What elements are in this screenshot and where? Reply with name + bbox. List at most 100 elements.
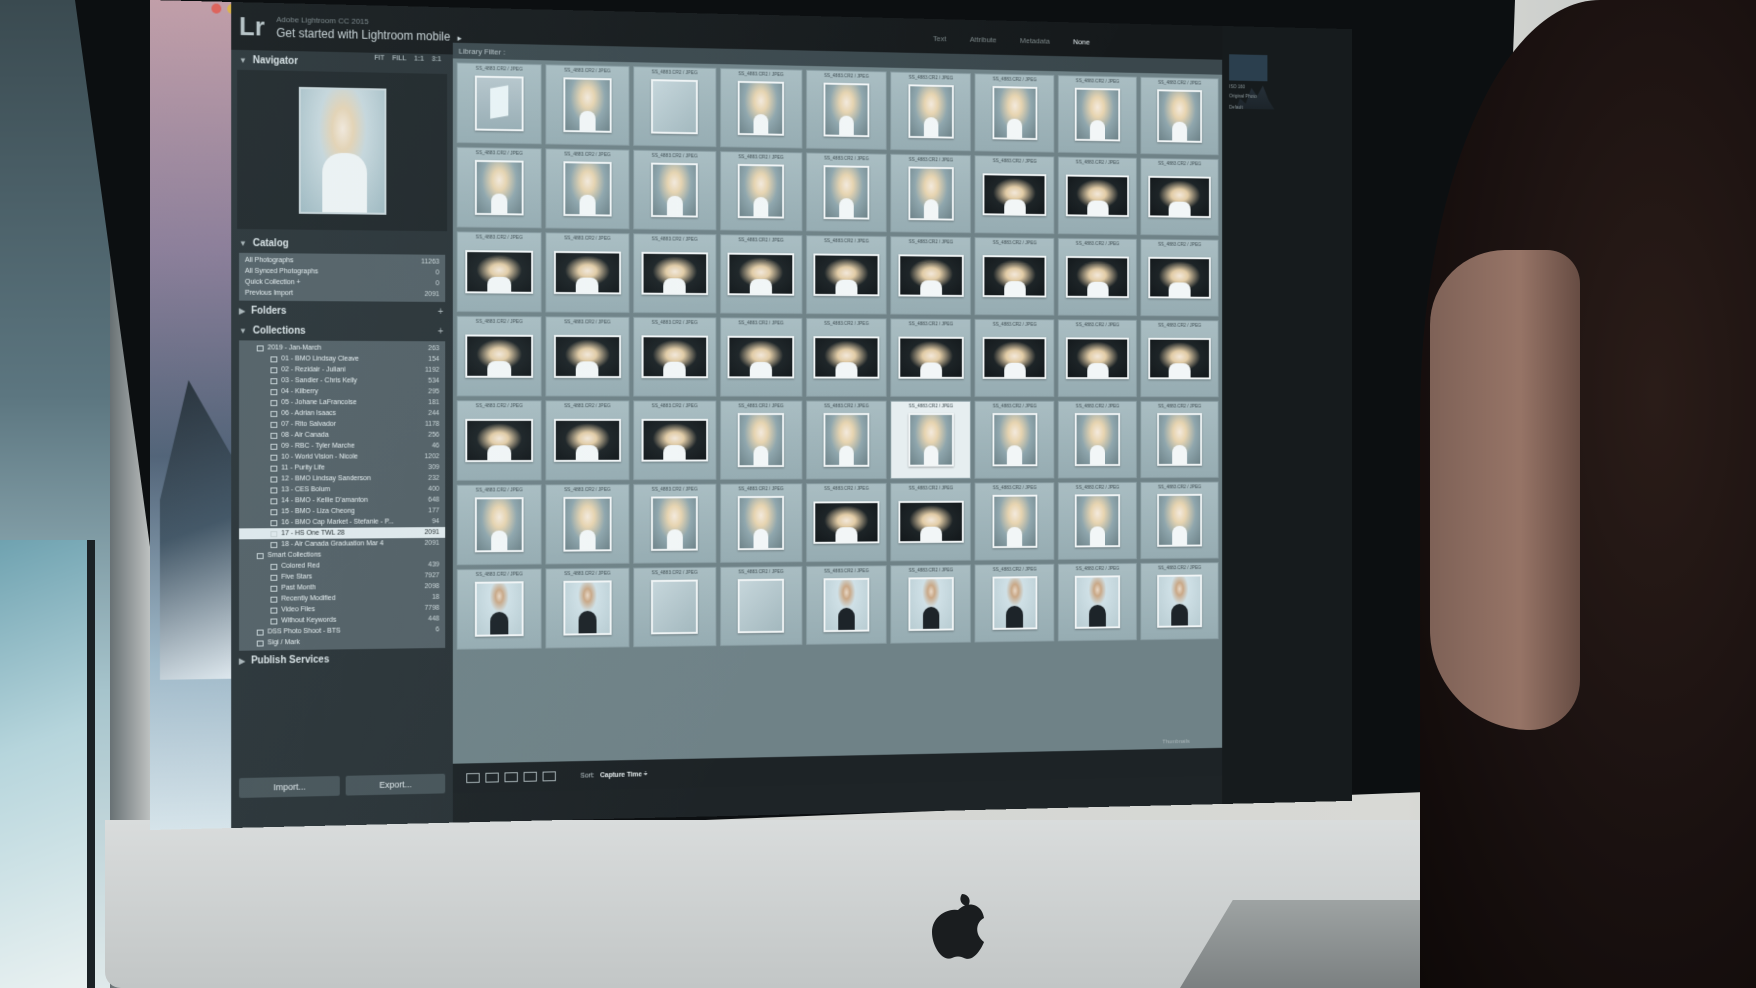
- photo-cell[interactable]: SS_4883.CR2 / JPEG: [1140, 319, 1219, 398]
- photo-cell[interactable]: SS_4883.CR2 / JPEG: [719, 400, 803, 480]
- photo-cell[interactable]: SS_4883.CR2 / JPEG: [1058, 400, 1137, 479]
- publish-services-header[interactable]: ▶ Publish Services: [231, 648, 453, 671]
- photo-cell[interactable]: SS_4883.CR2 / JPEG: [974, 237, 1055, 316]
- photo-cell[interactable]: SS_4883.CR2 / JPEG: [545, 64, 630, 146]
- photo-cell[interactable]: SS_4883.CR2 / JPEG: [719, 234, 803, 314]
- photo-cell[interactable]: SS_4883.CR2 / JPEG: [805, 69, 888, 150]
- lightroom-mobile-link[interactable]: Get started with Lightroom mobile ▸: [276, 25, 461, 43]
- filter-text[interactable]: Text: [933, 34, 946, 43]
- collection-item[interactable]: 01 - BMO Lindsay Cleave 154: [239, 353, 445, 365]
- photo-cell[interactable]: SS_4883.CR2 / JPEG: [890, 236, 972, 316]
- photo-cell[interactable]: SS_4883.CR2 / JPEG: [805, 482, 888, 563]
- collection-item[interactable]: 2019 - Jan-March 263: [239, 342, 445, 354]
- photo-cell[interactable]: SS_4883.CR2 / JPEG: [633, 483, 717, 564]
- photo-cell[interactable]: SS_4883.CR2 / JPEG: [633, 566, 717, 648]
- sort-dropdown[interactable]: Capture Time ÷: [600, 771, 647, 779]
- zoom-3-1[interactable]: 3:1: [432, 56, 442, 63]
- zoom-fill[interactable]: FILL: [392, 55, 406, 62]
- photo-cell[interactable]: SS_4883.CR2 / JPEG: [1140, 157, 1219, 236]
- photo-cell[interactable]: SS_4883.CR2 / JPEG: [890, 318, 972, 397]
- navigator-preview[interactable]: [237, 69, 448, 232]
- photo-cell[interactable]: SS_4883.CR2 / JPEG: [1058, 156, 1137, 236]
- photo-cell[interactable]: SS_4883.CR2 / JPEG: [456, 231, 542, 313]
- photo-cell[interactable]: SS_4883.CR2 / JPEG: [545, 400, 630, 481]
- collection-item[interactable]: 05 - Johane LaFrancoise 181: [239, 397, 445, 408]
- photo-cell[interactable]: SS_4883.CR2 / JPEG: [633, 316, 717, 397]
- photo-cell[interactable]: SS_4883.CR2 / JPEG: [974, 318, 1055, 398]
- collection-item[interactable]: 04 - Kilberry 295: [239, 386, 445, 397]
- photo-cell[interactable]: SS_4883.CR2 / JPEG: [805, 565, 888, 645]
- photo-cell[interactable]: SS_4883.CR2 / JPEG: [456, 62, 542, 145]
- photo-cell[interactable]: SS_4883.CR2 / JPEG: [719, 67, 803, 149]
- collections-header[interactable]: ▼ Collections +: [231, 320, 453, 341]
- close-icon[interactable]: [211, 3, 222, 14]
- photo-cell[interactable]: SS_4883.CR2 / JPEG: [545, 232, 630, 313]
- photo-cell[interactable]: SS_4883.CR2 / JPEG: [974, 400, 1055, 479]
- photo-cell[interactable]: SS_4883.CR2 / JPEG: [719, 151, 803, 232]
- filter-none[interactable]: None: [1073, 38, 1090, 47]
- photo-cell[interactable]: SS_4883.CR2 / JPEG: [633, 400, 717, 481]
- collection-item[interactable]: 10 - World Vision - Nicole 1202: [239, 451, 445, 462]
- photo-cell[interactable]: SS_4883.CR2 / JPEG: [805, 400, 888, 480]
- photo-cell[interactable]: SS_4883.CR2 / JPEG: [1140, 400, 1219, 479]
- collection-item[interactable]: 12 - BMO Lindsay Sanderson 232: [239, 473, 445, 485]
- photo-cell[interactable]: SS_4883.CR2 / JPEG: [545, 148, 630, 230]
- photo-cell[interactable]: SS_4883.CR2 / JPEG: [456, 315, 542, 397]
- photo-cell[interactable]: SS_4883.CR2 / JPEG: [1058, 237, 1137, 317]
- photo-cell[interactable]: SS_4883.CR2 / JPEG: [974, 482, 1055, 561]
- photo-cell[interactable]: SS_4883.CR2 / JPEG: [1140, 481, 1219, 560]
- collection-item[interactable]: 11 - Purity Life 309: [239, 462, 445, 474]
- photo-cell[interactable]: SS_4883.CR2 / JPEG: [1058, 481, 1137, 560]
- collection-item[interactable]: 08 - Air Canada 256: [239, 430, 445, 441]
- collection-item[interactable]: Sigi / Mark: [239, 635, 445, 649]
- add-collection-icon[interactable]: +: [438, 326, 444, 337]
- photo-cell[interactable]: SS_4883.CR2 / JPEG: [719, 566, 803, 647]
- import-button[interactable]: Import...: [239, 775, 340, 798]
- collection-item[interactable]: 06 - Adrian Isaacs 244: [239, 408, 445, 419]
- photo-cell[interactable]: SS_4883.CR2 / JPEG: [633, 66, 717, 148]
- photo-cell[interactable]: SS_4883.CR2 / JPEG: [1140, 562, 1219, 641]
- photo-cell[interactable]: SS_4883.CR2 / JPEG: [1058, 75, 1137, 154]
- folders-header[interactable]: ▶ Folders +: [231, 301, 453, 322]
- compare-view-button[interactable]: [504, 772, 518, 783]
- filter-metadata[interactable]: Metadata: [1020, 36, 1050, 45]
- people-view-button[interactable]: [542, 771, 556, 782]
- photo-cell[interactable]: SS_4883.CR2 / JPEG: [719, 483, 803, 563]
- photo-cell[interactable]: SS_4883.CR2 / JPEG: [805, 152, 888, 233]
- photo-cell[interactable]: SS_4883.CR2 / JPEG: [974, 73, 1055, 153]
- add-folder-icon[interactable]: +: [438, 306, 444, 317]
- loupe-view-button[interactable]: [485, 772, 499, 783]
- photo-cell[interactable]: SS_4883.CR2 / JPEG: [1058, 319, 1137, 398]
- photo-cell[interactable]: SS_4883.CR2 / JPEG: [890, 482, 972, 562]
- grid-view-button[interactable]: [466, 772, 480, 784]
- zoom-fit[interactable]: FIT: [374, 55, 384, 62]
- photo-cell[interactable]: SS_4883.CR2 / JPEG: [890, 153, 972, 234]
- photo-cell[interactable]: SS_4883.CR2 / JPEG: [456, 484, 542, 566]
- collection-item[interactable]: 07 - Rito Salvador 1178: [239, 419, 445, 430]
- photo-cell[interactable]: SS_4883.CR2 / JPEG: [1058, 562, 1137, 642]
- photo-cell[interactable]: SS_4883.CR2 / JPEG: [633, 149, 717, 231]
- photo-cell[interactable]: SS_4883.CR2 / JPEG: [545, 567, 630, 649]
- zoom-1-1[interactable]: 1:1: [414, 56, 424, 63]
- photo-cell[interactable]: SS_4883.CR2 / JPEG: [456, 400, 542, 481]
- photo-cell[interactable]: SS_4883.CR2 / JPEG: [456, 568, 542, 650]
- photo-cell[interactable]: SS_4883.CR2 / JPEG: [805, 235, 888, 315]
- filter-attribute[interactable]: Attribute: [970, 35, 997, 44]
- catalog-item[interactable]: Previous Import 2091: [239, 288, 445, 300]
- survey-view-button[interactable]: [523, 771, 537, 782]
- photo-cell[interactable]: SS_4883.CR2 / JPEG: [1140, 76, 1219, 156]
- collection-item[interactable]: 03 - Sandler - Chris Kelly 534: [239, 375, 445, 386]
- photo-cell[interactable]: SS_4883.CR2 / JPEG: [633, 233, 717, 314]
- photo-cell[interactable]: SS_4883.CR2 / JPEG: [890, 564, 972, 644]
- photo-cell[interactable]: SS_4883.CR2 / JPEG: [974, 563, 1055, 643]
- photo-cell[interactable]: SS_4883.CR2 / JPEG: [1140, 238, 1219, 317]
- collection-item[interactable]: 09 - RBC - Tyler Marche 46: [239, 441, 445, 452]
- photo-cell[interactable]: SS_4883.CR2 / JPEG: [545, 484, 630, 565]
- original-photo-checkbox[interactable]: Original Photo: [1229, 94, 1257, 100]
- photo-cell[interactable]: SS_4883.CR2 / JPEG: [890, 71, 972, 152]
- preset-default[interactable]: Default: [1229, 105, 1243, 111]
- photo-cell[interactable]: SS_4883.CR2 / JPEG: [974, 155, 1055, 235]
- photo-cell[interactable]: SS_4883.CR2 / JPEG: [545, 316, 630, 397]
- collection-item[interactable]: 02 - Rezidair - Juliani 1192: [239, 364, 445, 375]
- photo-cell[interactable]: SS_4883.CR2 / JPEG: [456, 146, 542, 229]
